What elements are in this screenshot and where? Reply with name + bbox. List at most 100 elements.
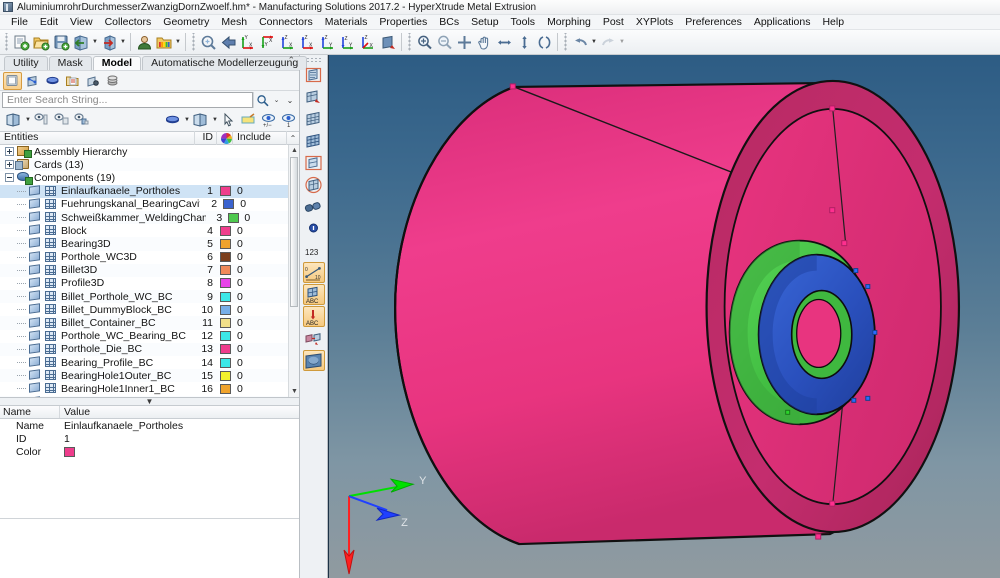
tree-row[interactable]: Bearing_Profile_BC 14 0: [0, 356, 299, 369]
toolbar-grip-4[interactable]: [563, 33, 568, 51]
view-zx-button[interactable]: ZX: [278, 32, 298, 52]
session-browser-button[interactable]: [154, 32, 174, 52]
color-swatch[interactable]: [219, 278, 231, 289]
property-row[interactable]: Color: [0, 445, 299, 458]
model-view-button[interactable]: [3, 71, 22, 90]
menu-collectors[interactable]: Collectors: [99, 15, 158, 30]
tree-scrollbar[interactable]: ▲ ▼: [288, 145, 299, 397]
tree-item-color-cell[interactable]: [217, 291, 233, 302]
new-model-button[interactable]: [11, 32, 31, 52]
tree-item-color-cell[interactable]: [217, 331, 233, 342]
tree-item-color-cell[interactable]: [226, 212, 240, 223]
property-row[interactable]: Name Einlaufkanaele_Portholes: [0, 419, 299, 432]
tree-item-color-cell[interactable]: [217, 238, 233, 249]
toolbar-grip-2[interactable]: [191, 33, 196, 51]
numbers-123-button[interactable]: 123: [303, 240, 325, 261]
color-swatch[interactable]: [219, 383, 231, 394]
tree-item-color-cell[interactable]: [217, 370, 233, 381]
vector-abc-button[interactable]: ABC: [302, 306, 325, 327]
color-swatch[interactable]: [219, 225, 231, 236]
distance-measure-button[interactable]: 0 10: [302, 262, 325, 283]
view-normal-button[interactable]: [378, 32, 398, 52]
component-icon[interactable]: [29, 382, 42, 394]
component-icon[interactable]: [29, 356, 42, 368]
tree-row[interactable]: Components (19): [0, 171, 299, 184]
tree-row[interactable]: Profile3D 8 0: [0, 277, 299, 290]
tree-collapse-icon[interactable]: [5, 173, 14, 183]
shaded-mode-button[interactable]: [163, 111, 182, 129]
arrows-vertical-button[interactable]: [514, 32, 534, 52]
undo-dropdown-arrow[interactable]: ▼: [590, 32, 598, 52]
tree-item-color-cell[interactable]: [217, 383, 233, 394]
tree-header-scroll-caret[interactable]: ⌃: [287, 134, 299, 143]
toolbar-grip[interactable]: [4, 33, 9, 51]
save-model-button[interactable]: [51, 32, 71, 52]
view-xy-neg-button[interactable]: YX: [258, 32, 278, 52]
tree-row[interactable]: Assembly Hierarchy: [0, 145, 299, 158]
connector-view-button[interactable]: [23, 72, 42, 90]
display-component-button[interactable]: [4, 111, 23, 129]
property-value[interactable]: Einlaufkanaele_Portholes: [60, 420, 299, 432]
tree-item-color-cell[interactable]: [217, 397, 233, 398]
panel-collapse-icon[interactable]: ⌃: [287, 55, 295, 66]
view-zy-button[interactable]: ZY: [318, 32, 338, 52]
component-icon[interactable]: [29, 277, 42, 289]
menu-post[interactable]: Post: [597, 15, 630, 30]
tab-utility[interactable]: Utility: [4, 56, 48, 70]
menu-view[interactable]: View: [64, 15, 99, 30]
import-dropdown-arrow[interactable]: ▼: [91, 32, 99, 52]
solver-view-button[interactable]: [43, 72, 62, 90]
component-icon[interactable]: [29, 184, 42, 197]
color-swatch[interactable]: [219, 370, 231, 381]
zoom-out-button[interactable]: [434, 32, 454, 52]
component-icon[interactable]: [29, 211, 42, 223]
color-swatch[interactable]: [223, 199, 235, 210]
undo-button[interactable]: [570, 32, 590, 52]
tree-item-color-cell[interactable]: [217, 265, 233, 276]
property-color-swatch[interactable]: [64, 446, 75, 457]
tree-row[interactable]: Billet_Container_BC 11 0: [0, 316, 299, 330]
previous-view-button[interactable]: [218, 32, 238, 52]
tree-row[interactable]: Porthole_WC3D 6 0: [0, 250, 299, 264]
view-xy-button[interactable]: YX: [238, 32, 258, 52]
tree-row-selected[interactable]: Einlaufkanaele_Portholes 1 0: [0, 184, 299, 198]
menu-connectors[interactable]: Connectors: [253, 15, 319, 30]
component-icon[interactable]: [29, 343, 42, 355]
menu-edit[interactable]: Edit: [34, 15, 64, 30]
tab-mask[interactable]: Mask: [48, 56, 92, 70]
visualization-button[interactable]: [302, 350, 325, 371]
tree-item-color-cell[interactable]: [221, 199, 236, 210]
3d-viewport[interactable]: X Y Z: [328, 55, 1000, 578]
component-icon[interactable]: [29, 329, 42, 342]
organize-button[interactable]: [303, 328, 325, 349]
menu-applications[interactable]: Applications: [748, 15, 817, 30]
menu-properties[interactable]: Properties: [373, 15, 433, 30]
tree-expand-icon[interactable]: [5, 147, 14, 157]
view-zx-neg-button[interactable]: ZX: [298, 32, 318, 52]
search-icon[interactable]: [253, 92, 270, 108]
component-icon[interactable]: [29, 224, 42, 236]
menu-preferences[interactable]: Preferences: [679, 15, 748, 30]
component-icon[interactable]: [29, 290, 42, 302]
color-swatch[interactable]: [219, 304, 231, 315]
stack-view-button[interactable]: [103, 72, 122, 90]
tree-row[interactable]: FreesurfaceHole1Outer_BC17 0: [0, 395, 299, 398]
scroll-down-arrow[interactable]: ▼: [289, 386, 299, 397]
display-component-dropdown-arrow[interactable]: ▼: [24, 110, 32, 130]
tree-row[interactable]: Schweißkammer_WeldingChamber 3 0: [0, 210, 299, 225]
search-expand-icon[interactable]: ⌄: [283, 92, 297, 108]
eye-plusminus-icon[interactable]: +/−: [259, 111, 278, 129]
midsurface-button[interactable]: [303, 152, 325, 173]
tree-row[interactable]: Bearing3D 5 0: [0, 237, 299, 251]
isolate-button[interactable]: [32, 111, 51, 129]
component-icon[interactable]: [29, 264, 42, 276]
component-icon[interactable]: [29, 237, 42, 249]
color-swatch[interactable]: [219, 344, 231, 355]
include-view-button[interactable]: [63, 72, 82, 90]
tree-item-color-cell[interactable]: [217, 344, 233, 355]
color-swatch[interactable]: [219, 265, 231, 276]
geometry-edit-button[interactable]: [303, 64, 325, 85]
menu-setup[interactable]: Setup: [465, 15, 504, 30]
component-icon[interactable]: [29, 250, 42, 263]
component-icon[interactable]: [29, 395, 42, 397]
